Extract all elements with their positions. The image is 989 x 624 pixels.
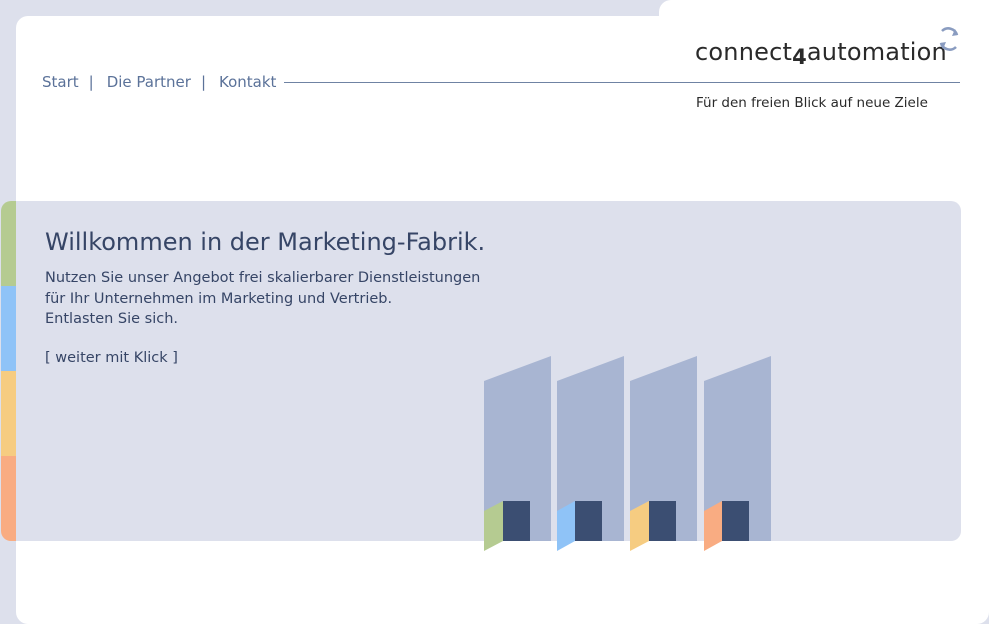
hero-line-2: für Ihr Unternehmen im Marketing und Ver… xyxy=(45,290,393,307)
hero-banner: Willkommen in der Marketing-Fabrik. Nutz… xyxy=(1,201,961,551)
panel-1-block xyxy=(503,501,530,541)
stripe-blue xyxy=(1,286,16,371)
nav-kontakt-link[interactable]: Kontakt xyxy=(219,73,276,91)
header-divider xyxy=(284,82,960,83)
stripe-orange xyxy=(1,456,16,541)
logo-text-connect: connect xyxy=(695,38,793,66)
nav-partner-link[interactable]: Die Partner xyxy=(107,73,191,91)
nav-separator: | xyxy=(200,73,207,91)
more-link[interactable]: [ weiter mit Klick ] xyxy=(45,350,178,366)
nav-start-link[interactable]: Start xyxy=(42,73,79,91)
brand-tagline: Für den freien Blick auf neue Ziele xyxy=(696,95,928,111)
brand-logo[interactable]: connect4automation xyxy=(695,38,947,69)
hero-headline: Willkommen in der Marketing-Fabrik. xyxy=(45,228,486,256)
stripe-yellow xyxy=(1,371,16,456)
panel-3-block xyxy=(649,501,676,541)
hero-line-3: Entlasten Sie sich. xyxy=(45,311,179,327)
stripe-green xyxy=(1,201,16,286)
panel-4-block xyxy=(722,501,749,541)
hero-description: Nutzen Sie unser Angebot frei skalierbar… xyxy=(45,268,480,330)
logo-text-automation: automation xyxy=(806,38,947,66)
main-nav: Start | Die Partner | Kontakt xyxy=(42,73,276,91)
logo-refresh-icon xyxy=(939,27,959,51)
hero-line-1: Nutzen Sie unser Angebot frei skalierbar… xyxy=(45,270,481,286)
logo-text-digit: 4 xyxy=(792,45,807,69)
nav-separator: | xyxy=(88,73,94,91)
panel-2-block xyxy=(575,501,602,541)
factory-panels-graphic xyxy=(484,356,771,551)
